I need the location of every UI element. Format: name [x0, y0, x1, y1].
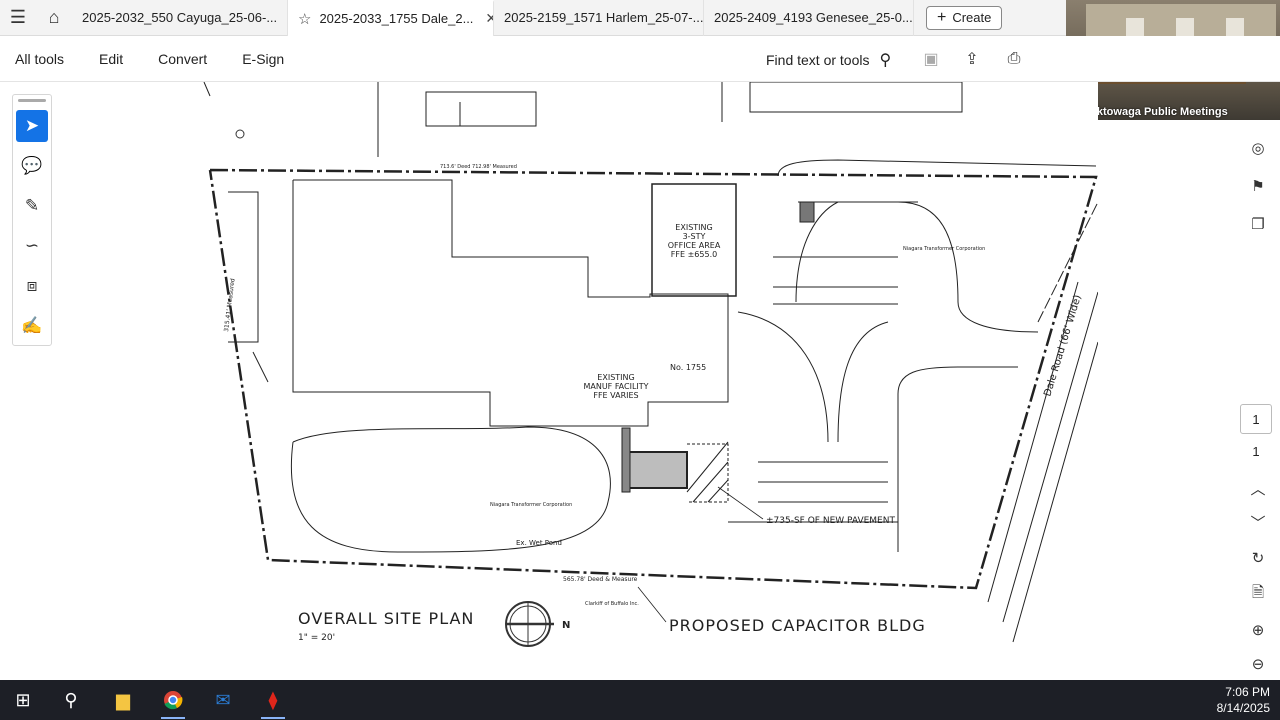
menu-convert[interactable]: Convert	[158, 51, 207, 67]
plus-icon: +	[937, 8, 947, 26]
pavement-note: ±735-SF OF NEW PAVEMENT	[766, 516, 895, 526]
owner-label-top: Niagara Transformer Corporation	[903, 246, 985, 252]
chevron-up-icon[interactable]: ︿	[1246, 476, 1270, 500]
home-icon[interactable]: ⌂	[36, 0, 72, 36]
office-label-2: 3-STY	[683, 232, 706, 241]
highlight-pen-icon[interactable]: ✎	[16, 190, 48, 222]
manuf-label-3: FFE VARIES	[593, 391, 638, 400]
office-label-4: FFE ±655.0	[671, 250, 717, 259]
select-cursor-icon[interactable]: ➤	[16, 110, 48, 142]
manuf-label-1: EXISTING	[597, 373, 634, 382]
menu-icon[interactable]: ☰	[0, 0, 36, 36]
right-panel: ◎ ⚑ ❐ 1 1 ︿ ﹀ ↻ 🗎 ⊕ ⊖	[1236, 120, 1280, 680]
tab-2-active[interactable]: ☆ 2025-2033_1755 Dale_2... ✕	[288, 0, 494, 36]
create-label: Create	[952, 10, 992, 25]
create-button[interactable]: + Create	[926, 5, 1003, 30]
top-measurement: 713.6' Deed 712.98' Measured	[440, 164, 517, 170]
wet-pond-label: Ex. Wet Pond	[516, 539, 562, 547]
menu-edit[interactable]: Edit	[99, 51, 123, 67]
outlook-icon[interactable]: ✉	[208, 686, 238, 714]
page-total: 1	[1252, 444, 1260, 459]
file-explorer-icon[interactable]: ▆	[108, 686, 138, 714]
close-icon[interactable]: ✕	[485, 10, 493, 27]
left-measurement: 315.41' Measured	[223, 278, 237, 333]
pages-icon[interactable]: ❐	[1246, 212, 1270, 236]
menu-all-tools[interactable]: All tools	[15, 51, 64, 67]
tab-label: 2025-2409_4193 Genesee_25-0...	[714, 10, 913, 25]
extract-page-icon[interactable]: 🗎	[1246, 582, 1270, 606]
tab-4[interactable]: 2025-2409_4193 Genesee_25-0...	[704, 0, 914, 36]
north-arrow	[505, 601, 554, 647]
rotate-icon[interactable]: ↻	[1246, 546, 1270, 570]
office-label-3: OFFICE AREA	[668, 241, 721, 250]
overall-site-plan-title: OVERALL SITE PLAN	[298, 609, 474, 628]
find-label: Find text or tools	[766, 52, 870, 68]
page-number-input[interactable]: 1	[1240, 404, 1272, 434]
clock-time: 7:06 PM	[1225, 685, 1270, 699]
road-label: Dale Road (66' Wide)	[1042, 294, 1083, 398]
menu-esign[interactable]: E-Sign	[242, 51, 284, 67]
comment-icon[interactable]: 💬	[16, 150, 48, 182]
tab-1[interactable]: 2025-2032_550 Cayuga_25-06-...	[72, 0, 288, 36]
tab-bar: ☰ ⌂ 2025-2032_550 Cayuga_25-06-... ☆ 202…	[0, 0, 1066, 36]
tab-label: 2025-2159_1571 Harlem_25-07-...	[504, 10, 704, 25]
upload-cloud-icon[interactable]: ⇪	[961, 48, 983, 70]
pdf-page: EXISTING 3-STY OFFICE AREA FFE ±655.0 EX…	[198, 81, 1099, 680]
comment-panel-icon[interactable]: ◎	[1246, 136, 1270, 160]
tab-label: 2025-2032_550 Cayuga_25-06-...	[82, 10, 278, 25]
save-icon[interactable]: ▣	[920, 48, 942, 70]
sign-icon[interactable]: ✍	[16, 310, 48, 342]
zoom-in-icon[interactable]: ⊕	[1246, 618, 1270, 642]
address-number: No. 1755	[670, 363, 706, 372]
text-box-icon[interactable]: ⧈	[16, 270, 48, 302]
tab-3[interactable]: 2025-2159_1571 Harlem_25-07-...	[494, 0, 704, 36]
chrome-icon[interactable]	[158, 686, 188, 719]
acrobat-icon[interactable]: ⧫	[258, 686, 288, 719]
chevron-down-icon[interactable]: ﹀	[1246, 510, 1270, 534]
tab-label: 2025-2033_1755 Dale_2...	[319, 11, 474, 26]
clock-date: 8/14/2025	[1216, 701, 1270, 715]
left-tool-rail: ➤ 💬 ✎ ∽ ⧈ ✍	[12, 94, 52, 346]
north-label: N	[562, 620, 570, 631]
scale-label: 1" = 20'	[298, 633, 335, 643]
manuf-label-2: MANUF FACILITY	[583, 382, 648, 391]
proposed-bldg-title: PROPOSED CAPACITOR BLDG	[669, 616, 926, 635]
print-icon[interactable]: ⎙	[1003, 48, 1025, 70]
bookmark-icon[interactable]: ⚑	[1246, 174, 1270, 198]
zoom-out-icon[interactable]: ⊖	[1246, 652, 1270, 676]
windows-start-icon[interactable]: ⊞	[8, 686, 38, 714]
star-icon[interactable]: ☆	[298, 10, 311, 28]
office-label-1: EXISTING	[675, 223, 712, 232]
drag-handle[interactable]	[18, 99, 46, 102]
neighbor-label: Clarkiff of Buffalo Inc.	[585, 601, 639, 607]
owner-label-bottom: Niagara Transformer Corporation	[490, 502, 572, 508]
find-tools-button[interactable]: Find text or tools ⚲	[766, 50, 891, 70]
freehand-draw-icon[interactable]: ∽	[16, 230, 48, 262]
system-clock[interactable]: 7:06 PM 8/14/2025	[1217, 684, 1270, 716]
app-toolbar: All tools Edit Convert E-Sign Find text …	[0, 36, 1280, 82]
bottom-measurement: 565.78' Deed & Measure	[563, 576, 638, 583]
search-icon: ⚲	[879, 52, 892, 69]
search-icon[interactable]: ⚲	[56, 686, 86, 714]
site-plan-drawing: EXISTING 3-STY OFFICE AREA FFE ±655.0 EX…	[203, 81, 1099, 647]
windows-taskbar: ⊞ ⚲ ▆ ✉ ⧫ 7:06 PM 8/14/2025	[0, 680, 1280, 720]
